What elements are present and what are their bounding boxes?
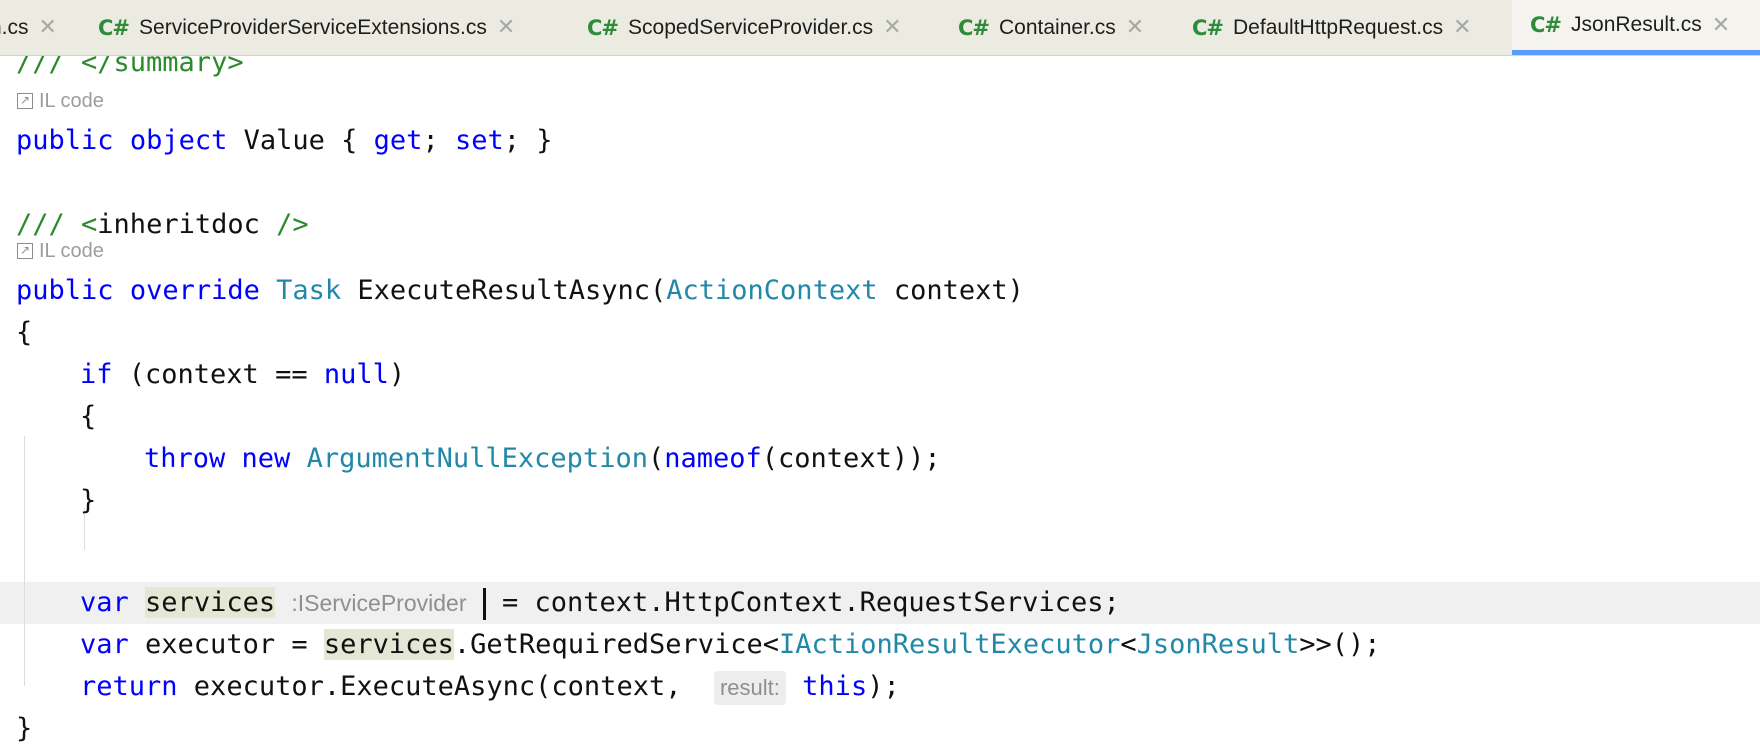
keyword: override xyxy=(129,275,260,306)
keyword: if xyxy=(80,359,113,390)
code-line-value-property: public object Value { get; set; } xyxy=(16,120,553,162)
keyword: set xyxy=(454,125,504,156)
code-line-if: if (context == null) xyxy=(80,354,405,396)
close-icon[interactable]: ✕ xyxy=(39,15,57,40)
punctuation: ; xyxy=(422,125,455,156)
punctuation: (context)); xyxy=(761,443,941,474)
condition: (context == xyxy=(112,359,324,390)
external-link-icon: ↗ xyxy=(17,93,33,109)
doc-tag-name: inheritdoc xyxy=(97,209,260,240)
type-name: IActionResultExecutor xyxy=(779,629,1121,660)
method-name: ExecuteResultAsync( xyxy=(341,275,667,306)
code-line-inner-brace-open: { xyxy=(80,401,97,432)
csharp-icon: C# xyxy=(958,15,990,40)
method-call: .GetRequiredService< xyxy=(453,629,780,660)
identifier: Value { xyxy=(227,125,374,156)
tab-serviceproviderserviceextensions[interactable]: C# ServiceProviderServiceExtensions.cs ✕ xyxy=(98,0,568,55)
il-code-link[interactable]: ↗ IL code xyxy=(17,86,104,116)
punctuation: < xyxy=(1120,629,1137,660)
keyword: var xyxy=(80,629,129,660)
tab-scopedserviceprovider[interactable]: C# ScopedServiceProvider.cs ✕ xyxy=(587,0,932,55)
type-inlay-hint: :IServiceProvider xyxy=(291,590,467,616)
csharp-icon: C# xyxy=(1192,15,1224,40)
code-line-inner-brace-close: } xyxy=(80,485,97,516)
keyword: object xyxy=(129,125,228,156)
code-line-method-signature: public override Task ExecuteResultAsync(… xyxy=(16,270,1024,312)
code-line-brace-open: { xyxy=(16,317,33,348)
tab-label: ScopedServiceProvider.cs xyxy=(628,15,874,39)
il-code-label: IL code xyxy=(39,90,104,112)
tab-label: ServiceProviderServiceExtensions.cs xyxy=(139,15,487,39)
close-icon[interactable]: ✕ xyxy=(1712,13,1730,38)
tab-label: JsonResult.cs xyxy=(1571,13,1702,36)
type-name: JsonResult xyxy=(1136,629,1300,660)
punctuation: >>(); xyxy=(1299,629,1381,660)
punctuation: ) xyxy=(388,359,406,390)
keyword: this xyxy=(802,671,868,702)
keyword: get xyxy=(373,125,423,156)
highlighted-identifier: services xyxy=(323,629,454,660)
code-line-throw: throw new ArgumentNullException(nameof(c… xyxy=(144,438,941,480)
method-call: executor.ExecuteAsync(context, xyxy=(177,671,698,702)
external-link-icon: ↗ xyxy=(17,243,33,259)
keyword: null xyxy=(323,359,389,390)
indent-guide xyxy=(24,436,25,686)
type-name: ArgumentNullException xyxy=(306,443,648,474)
tab-label: DefaultHttpRequest.cs xyxy=(1233,15,1444,39)
csharp-icon: C# xyxy=(98,15,130,40)
punctuation: ; } xyxy=(503,125,553,156)
code-line-brace-close: } xyxy=(16,713,33,744)
tab-partial-cs[interactable]: n.cs ✕ xyxy=(0,0,80,55)
il-code-label: IL code xyxy=(39,240,104,262)
identifier: executor = xyxy=(128,629,324,660)
code-editor[interactable]: /// </summary> ↗ IL code public object V… xyxy=(0,56,1760,754)
tab-label: n.cs xyxy=(0,15,29,39)
csharp-icon: C# xyxy=(587,15,619,40)
highlighted-identifier: services xyxy=(145,587,276,618)
doc-tag-close: /> xyxy=(259,209,309,240)
csharp-icon: C# xyxy=(1530,13,1562,37)
keyword: var xyxy=(80,587,129,618)
keyword: return xyxy=(80,671,178,702)
close-icon[interactable]: ✕ xyxy=(883,15,901,40)
keyword: new xyxy=(241,443,291,474)
close-icon[interactable]: ✕ xyxy=(497,15,515,40)
type-name: Task xyxy=(276,275,342,306)
punctuation: ( xyxy=(647,443,665,474)
tab-jsonresult[interactable]: C# JsonResult.cs ✕ xyxy=(1512,0,1760,55)
code-line-services: var services :IServiceProvider = context… xyxy=(80,582,1120,624)
doc-comment-summary-close: /// </summary> xyxy=(16,56,244,78)
keyword: throw xyxy=(144,443,226,474)
type-name: ActionContext xyxy=(666,275,878,306)
code-line-return: return executor.ExecuteAsync(context, re… xyxy=(80,666,900,708)
punctuation: ); xyxy=(867,671,900,702)
il-code-link[interactable]: ↗ IL code xyxy=(17,236,104,266)
keyword: public xyxy=(16,275,114,306)
parameter: context) xyxy=(877,275,1024,306)
keyword: nameof xyxy=(664,443,762,474)
code-line-executor: var executor = services.GetRequiredServi… xyxy=(80,624,1381,666)
expression: = context.HttpContext.RequestServices; xyxy=(485,587,1120,618)
editor-tab-bar: n.cs ✕ C# ServiceProviderServiceExtensio… xyxy=(0,0,1760,56)
tab-label: Container.cs xyxy=(999,15,1116,39)
close-icon[interactable]: ✕ xyxy=(1453,15,1471,40)
close-icon[interactable]: ✕ xyxy=(1126,15,1144,40)
tab-defaulthttprequest[interactable]: C# DefaultHttpRequest.cs ✕ xyxy=(1192,0,1502,55)
keyword: public xyxy=(16,125,114,156)
parameter-name-hint: result: xyxy=(713,670,786,705)
tab-container[interactable]: C# Container.cs ✕ xyxy=(958,0,1173,55)
